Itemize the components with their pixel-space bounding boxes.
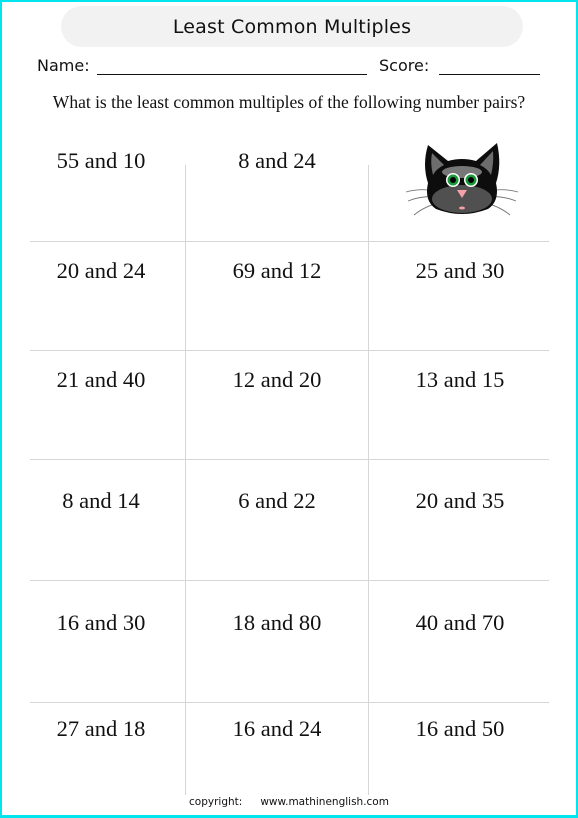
- problem-cell: 18 and 80: [232, 610, 322, 635]
- page-frame: [0, 0, 578, 818]
- score-field[interactable]: [439, 74, 540, 75]
- row-divider: [30, 702, 549, 703]
- cat-mouth: [459, 206, 465, 210]
- name-label: Name:: [37, 56, 90, 75]
- problem-cell: 69 and 12: [232, 258, 322, 283]
- row-divider: [30, 459, 549, 460]
- worksheet-title-text: Least Common Multiples: [172, 15, 412, 38]
- cat-pupil-left: [450, 177, 456, 183]
- score-label: Score:: [379, 56, 430, 75]
- row-divider: [30, 350, 549, 351]
- worksheet-title: Least Common Multiples: [61, 6, 523, 47]
- problem-cell: 21 and 40: [56, 367, 146, 392]
- problem-cell: 6 and 22: [238, 488, 316, 513]
- problem-cell: 8 and 14: [62, 488, 140, 513]
- cat-pupil-right: [468, 177, 474, 183]
- row-divider: [30, 580, 549, 581]
- website-link[interactable]: www.mathinenglish.com: [260, 796, 389, 808]
- problem-cell: 20 and 24: [56, 258, 146, 283]
- cat-illustration: [405, 143, 519, 216]
- problem-cell: 20 and 35: [415, 488, 505, 513]
- problem-cell: 40 and 70: [415, 610, 505, 635]
- problem-cell: 16 and 24: [232, 716, 322, 741]
- copyright-label: copyright:: [189, 796, 243, 808]
- name-field[interactable]: [97, 74, 367, 75]
- problem-cell: 13 and 15: [415, 367, 505, 392]
- column-divider: [368, 165, 369, 795]
- problem-cell: 8 and 24: [238, 148, 316, 173]
- problem-cell: 55 and 10: [56, 148, 146, 173]
- instructions: What is the least common multiples of th…: [52, 92, 526, 112]
- problem-cell: 12 and 20: [232, 367, 322, 392]
- footer: copyright: www.mathinenglish.com: [0, 796, 578, 808]
- problem-cell: 16 and 50: [415, 716, 505, 741]
- problem-cell: 16 and 30: [56, 610, 146, 635]
- problem-cell: 25 and 30: [415, 258, 505, 283]
- row-divider: [30, 241, 549, 242]
- problem-cell: 27 and 18: [56, 716, 146, 741]
